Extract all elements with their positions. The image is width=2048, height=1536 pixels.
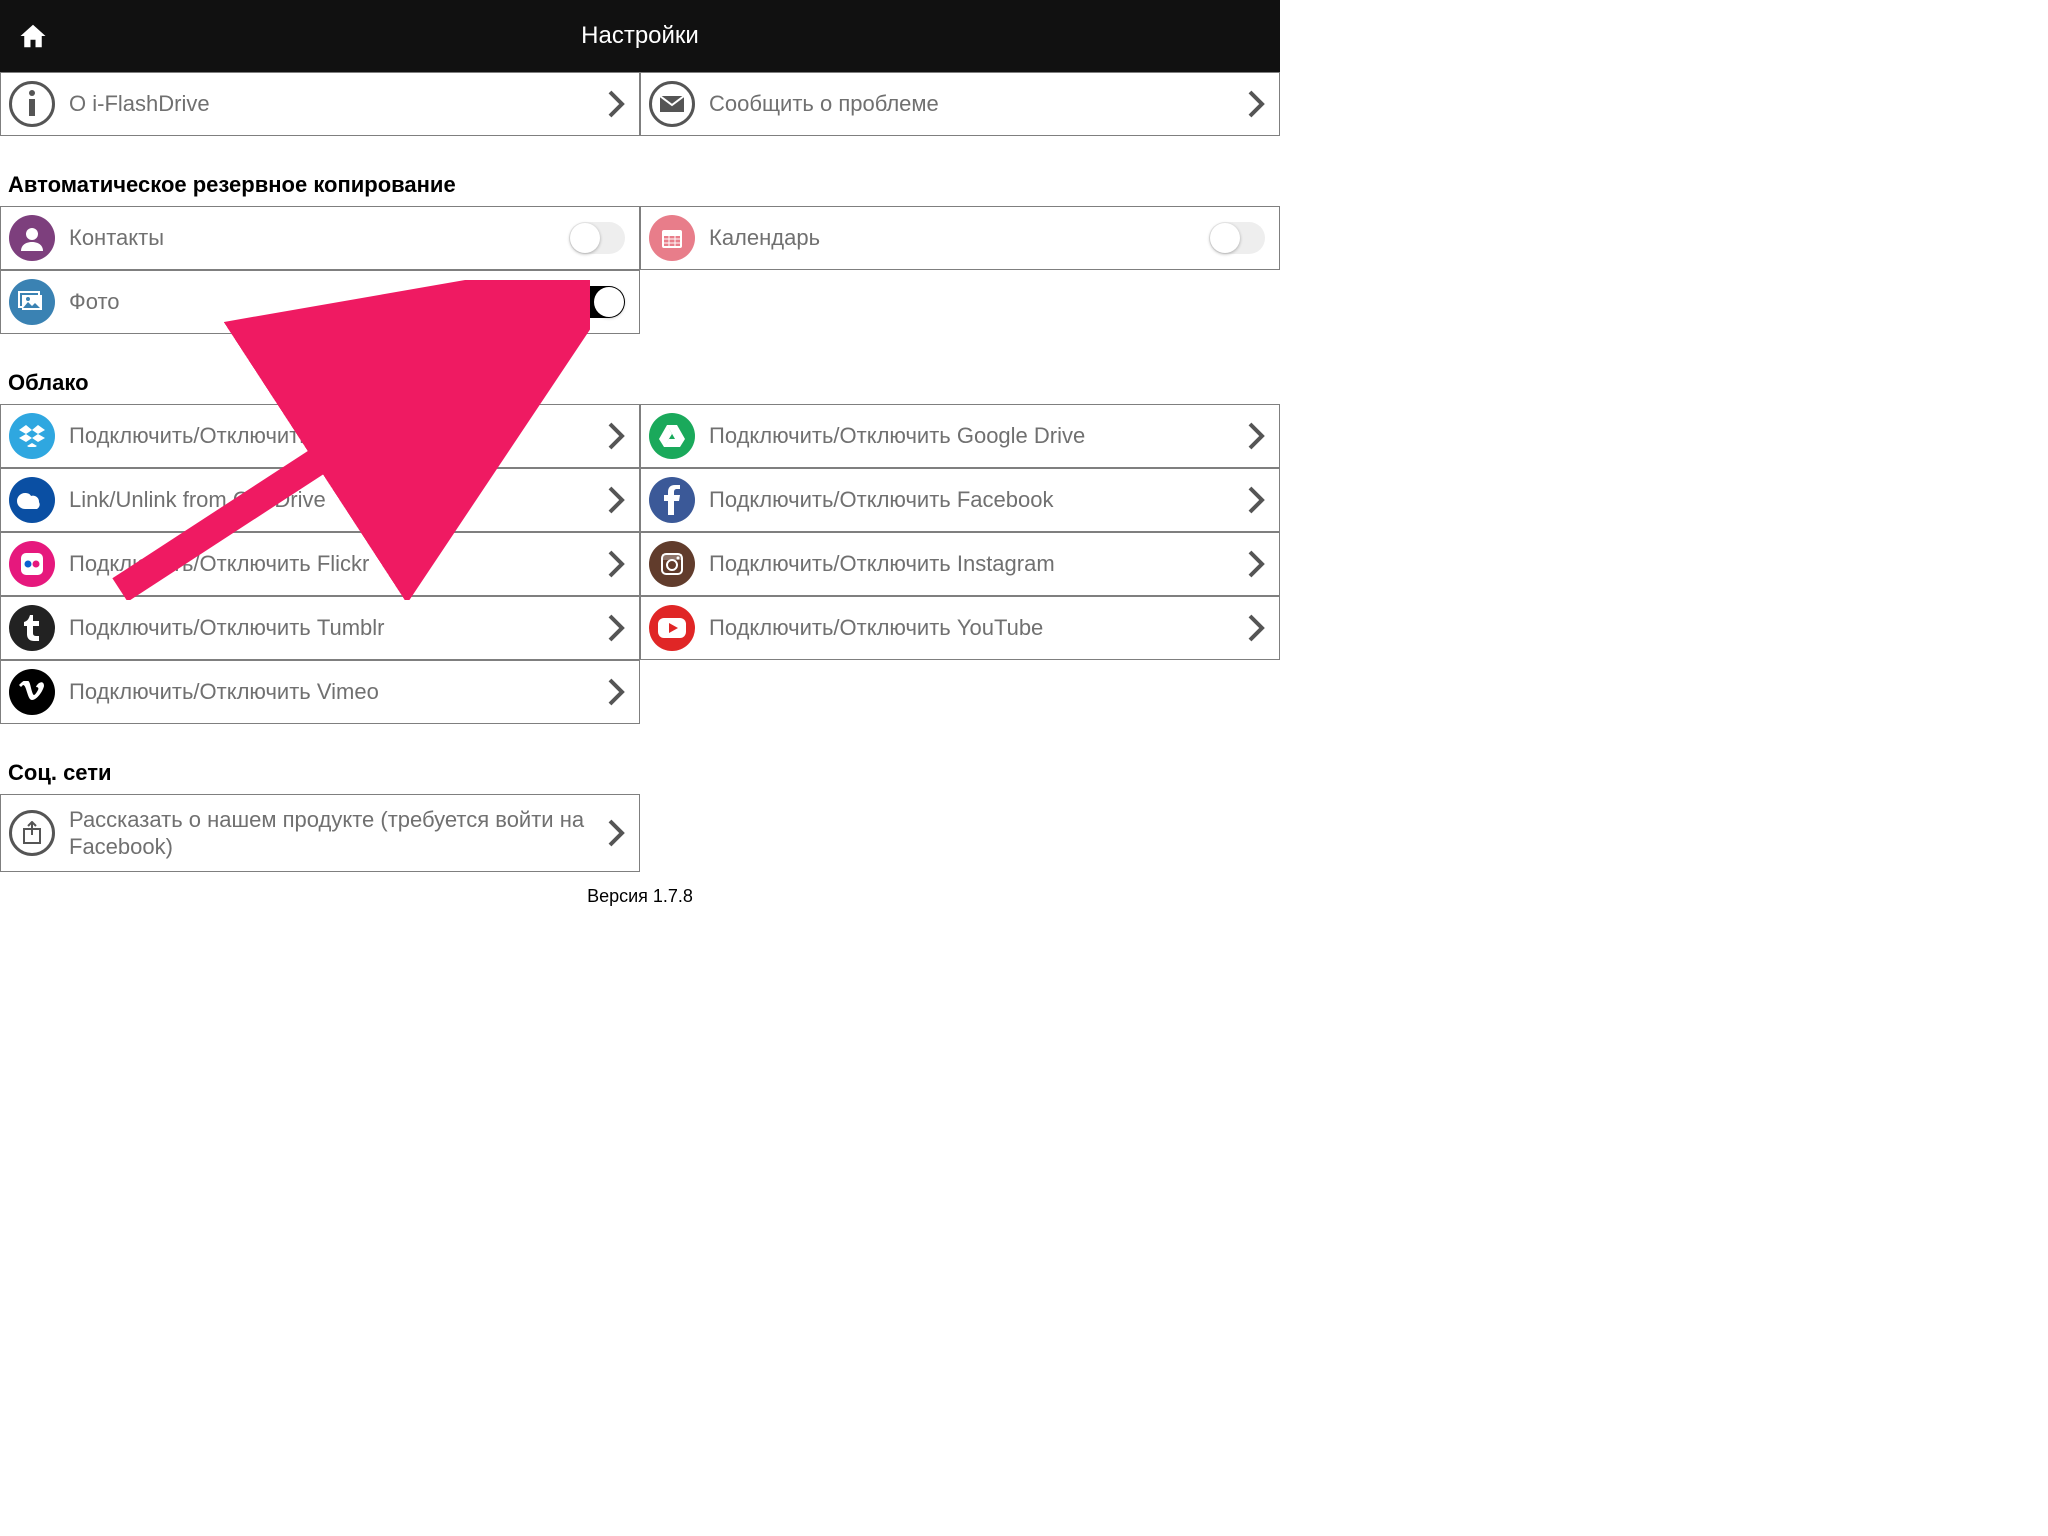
share-icon bbox=[9, 810, 55, 856]
version-label: Версия 1.7.8 bbox=[0, 872, 1280, 907]
photos-row: Фото bbox=[0, 270, 640, 334]
chevron-right-icon bbox=[607, 614, 625, 642]
calendar-row: Календарь bbox=[640, 206, 1280, 270]
chevron-right-icon bbox=[1247, 550, 1265, 578]
dropbox-icon bbox=[9, 413, 55, 459]
flickr-icon bbox=[9, 541, 55, 587]
instagram-row[interactable]: Подключить/Отключить Instagram bbox=[640, 532, 1280, 596]
youtube-icon bbox=[649, 605, 695, 651]
onedrive-label: Link/Unlink from OneDrive bbox=[69, 487, 607, 513]
section-social: Рассказать о нашем продукте (требуется в… bbox=[0, 794, 1280, 872]
chevron-right-icon bbox=[607, 550, 625, 578]
chevron-right-icon bbox=[607, 422, 625, 450]
about-row[interactable]: О i-FlashDrive bbox=[0, 72, 640, 136]
flickr-label: Подключить/Отключить Flickr bbox=[69, 551, 607, 577]
mail-icon bbox=[649, 81, 695, 127]
social-heading: Соц. сети bbox=[0, 724, 1280, 794]
gdrive-label: Подключить/Отключить Google Drive bbox=[709, 423, 1247, 449]
cloud-heading: Облако bbox=[0, 334, 1280, 404]
section-info: О i-FlashDrive Сообщить о проблеме bbox=[0, 72, 1280, 136]
chevron-right-icon bbox=[607, 486, 625, 514]
vimeo-icon bbox=[9, 669, 55, 715]
photos-toggle[interactable] bbox=[569, 286, 625, 318]
contacts-icon bbox=[9, 215, 55, 261]
vimeo-label: Подключить/Отключить Vimeo bbox=[69, 679, 607, 705]
home-icon[interactable] bbox=[18, 21, 48, 51]
app-header: Настройки bbox=[0, 0, 1280, 72]
section-backup: Контакты Календарь Фото bbox=[0, 206, 1280, 334]
contacts-row: Контакты bbox=[0, 206, 640, 270]
facebook-label: Подключить/Отключить Facebook bbox=[709, 487, 1247, 513]
youtube-label: Подключить/Отключить YouTube bbox=[709, 615, 1247, 641]
backup-heading: Автоматическое резервное копирование bbox=[0, 136, 1280, 206]
calendar-toggle[interactable] bbox=[1209, 222, 1265, 254]
contacts-toggle[interactable] bbox=[569, 222, 625, 254]
report-row[interactable]: Сообщить о проблеме bbox=[640, 72, 1280, 136]
section-cloud: Подключить/Отключить Dropbox Подключить/… bbox=[0, 404, 1280, 724]
vimeo-row[interactable]: Подключить/Отключить Vimeo bbox=[0, 660, 640, 724]
onedrive-icon bbox=[9, 477, 55, 523]
facebook-row[interactable]: Подключить/Отключить Facebook bbox=[640, 468, 1280, 532]
photos-label: Фото bbox=[69, 289, 569, 315]
googledrive-icon bbox=[649, 413, 695, 459]
chevron-right-icon bbox=[1247, 422, 1265, 450]
youtube-row[interactable]: Подключить/Отключить YouTube bbox=[640, 596, 1280, 660]
gdrive-row[interactable]: Подключить/Отключить Google Drive bbox=[640, 404, 1280, 468]
chevron-right-icon bbox=[1247, 90, 1265, 118]
facebook-icon bbox=[649, 477, 695, 523]
share-label: Рассказать о нашем продукте (требуется в… bbox=[69, 806, 607, 861]
calendar-label: Календарь bbox=[709, 225, 1209, 251]
flickr-row[interactable]: Подключить/Отключить Flickr bbox=[0, 532, 640, 596]
tumblr-label: Подключить/Отключить Tumblr bbox=[69, 615, 607, 641]
report-label: Сообщить о проблеме bbox=[709, 91, 1247, 117]
chevron-right-icon bbox=[1247, 486, 1265, 514]
chevron-right-icon bbox=[607, 678, 625, 706]
share-row[interactable]: Рассказать о нашем продукте (требуется в… bbox=[0, 794, 640, 872]
calendar-icon bbox=[649, 215, 695, 261]
instagram-label: Подключить/Отключить Instagram bbox=[709, 551, 1247, 577]
contacts-label: Контакты bbox=[69, 225, 569, 251]
instagram-icon bbox=[649, 541, 695, 587]
chevron-right-icon bbox=[607, 819, 625, 847]
page-title: Настройки bbox=[0, 22, 1280, 50]
chevron-right-icon bbox=[1247, 614, 1265, 642]
dropbox-row[interactable]: Подключить/Отключить Dropbox bbox=[0, 404, 640, 468]
about-label: О i-FlashDrive bbox=[69, 91, 607, 117]
dropbox-label: Подключить/Отключить Dropbox bbox=[69, 423, 607, 449]
info-icon bbox=[9, 81, 55, 127]
onedrive-row[interactable]: Link/Unlink from OneDrive bbox=[0, 468, 640, 532]
tumblr-row[interactable]: Подключить/Отключить Tumblr bbox=[0, 596, 640, 660]
photos-icon bbox=[9, 279, 55, 325]
tumblr-icon bbox=[9, 605, 55, 651]
chevron-right-icon bbox=[607, 90, 625, 118]
